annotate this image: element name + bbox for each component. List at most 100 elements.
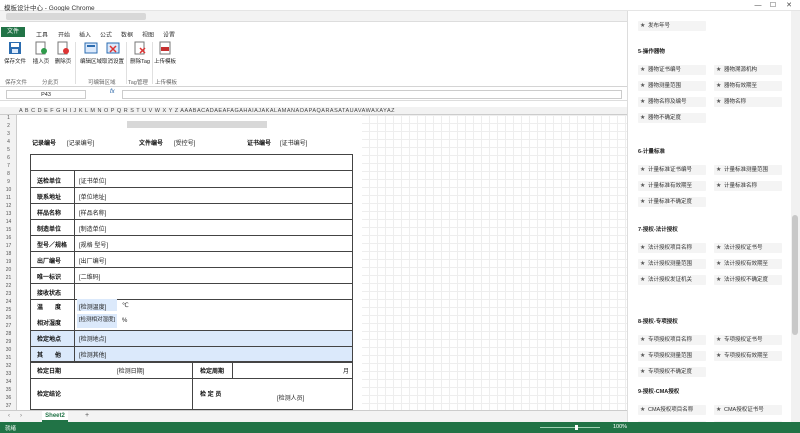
row-header[interactable]: 14 — [0, 219, 17, 225]
row-header[interactable]: 21 — [0, 275, 17, 281]
row-header[interactable]: 2 — [0, 123, 17, 129]
delete-page-button[interactable]: 删除页 — [49, 41, 77, 65]
maximize-button[interactable]: ☐ — [767, 0, 779, 11]
row-header[interactable]: 4 — [0, 139, 17, 145]
row-header[interactable]: 32 — [0, 363, 17, 369]
row-header[interactable]: 17 — [0, 243, 17, 249]
tag-chip[interactable]: ★ 器物溯源机构 — [714, 65, 782, 75]
tag-chip[interactable]: ★CMA授权测量范围 — [638, 421, 706, 422]
inspector-value[interactable]: [检测人员] — [277, 393, 304, 402]
tag-chip[interactable]: ★ 专项授权不确定度 — [638, 367, 706, 377]
place-value[interactable]: [检测地点] — [79, 334, 106, 343]
tag-chip[interactable]: ★ 法计授权不确定度 — [714, 275, 782, 285]
row-header[interactable]: 36 — [0, 395, 17, 401]
row-header[interactable]: 11 — [0, 195, 17, 201]
field-value[interactable]: [单位地址] — [79, 192, 106, 201]
date-value[interactable]: [检测日期] — [117, 366, 144, 375]
tag-chip[interactable]: ★ 器物不确定度 — [638, 113, 706, 123]
zoom-slider[interactable] — [540, 427, 600, 428]
cert-no-value[interactable]: [证书编号] — [280, 138, 307, 147]
row-header[interactable]: 33 — [0, 371, 17, 377]
minimize-button[interactable]: — — [752, 0, 764, 11]
tag-chip[interactable]: ★ CMA授权证书号 — [714, 405, 782, 415]
row-header[interactable]: 23 — [0, 291, 17, 297]
tag-chip[interactable]: ★ 器物证书编号 — [638, 65, 706, 75]
spreadsheet-grid[interactable]: 记录编号 [记录编号] 文件编号 [受控号] 证书编号 [证书编号] 送检单位 [… — [17, 115, 627, 410]
zoom-slider-handle[interactable] — [575, 425, 578, 430]
doc-no-value[interactable]: [受控号] — [174, 138, 195, 147]
row-header[interactable]: 22 — [0, 283, 17, 289]
row-header[interactable]: 10 — [0, 187, 17, 193]
tag-chip[interactable]: ★ 专项授权项目名称 — [638, 335, 706, 345]
tag-chip[interactable]: ★ 器物测量范围 — [638, 81, 706, 91]
field-value[interactable]: [样品名称] — [79, 208, 106, 217]
field-value[interactable]: [证书单位] — [79, 176, 106, 185]
delete-tag-button[interactable]: 删除Tag — [126, 41, 154, 65]
row-header[interactable]: 5 — [0, 147, 17, 153]
add-sheet-button[interactable]: + — [85, 412, 89, 419]
row-header[interactable]: 1 — [0, 115, 17, 121]
row-header[interactable]: 31 — [0, 355, 17, 361]
row-header[interactable]: 28 — [0, 331, 17, 337]
name-box[interactable]: P43 — [6, 90, 86, 99]
row-header[interactable]: 37 — [0, 403, 17, 409]
field-value[interactable]: [规格 型号] — [79, 240, 108, 249]
tag-chip[interactable]: ★ 计量标准证书编号 — [638, 165, 706, 175]
row-header[interactable]: 24 — [0, 299, 17, 305]
next-sheet-icon[interactable]: › — [20, 413, 22, 419]
record-no-value[interactable]: [记录编号] — [67, 138, 94, 147]
tag-chip[interactable]: ★ 法计授权有效期至 — [714, 259, 782, 269]
tag-chip[interactable]: ★ 专项授权测量范围 — [638, 351, 706, 361]
close-button[interactable]: ✕ — [783, 0, 795, 11]
field-value[interactable]: [二维码] — [79, 272, 100, 281]
tag-chip[interactable]: ★ 器物有效期至 — [714, 81, 782, 91]
tag-chip[interactable]: ★ 法计授权测量范围 — [638, 259, 706, 269]
tag-chip[interactable]: ★ 法计授权证书号 — [714, 243, 782, 253]
upload-template-button[interactable]: 上传模板 — [151, 41, 179, 65]
tag-chip[interactable]: ★ 器物名称 — [714, 97, 782, 107]
address-bar[interactable] — [0, 11, 627, 22]
tag-chip[interactable]: ★ CMA授权项目名称 — [638, 405, 706, 415]
tag-chip[interactable]: ★ 法计授权发证机关 — [638, 275, 706, 285]
row-header[interactable]: 19 — [0, 259, 17, 265]
tag-chip[interactable]: ★CMA授权有效期至 — [714, 421, 782, 422]
tag-chip[interactable]: ★ 法计授权项目名称 — [638, 243, 706, 253]
row-header[interactable]: 15 — [0, 227, 17, 233]
row-header[interactable]: 25 — [0, 307, 17, 313]
row-header[interactable]: 30 — [0, 347, 17, 353]
row-header[interactable]: 26 — [0, 315, 17, 321]
row-header[interactable]: 27 — [0, 323, 17, 329]
tag-chip[interactable]: ★ 计量标准测量范围 — [714, 165, 782, 175]
tag-chip[interactable]: ★ 计量标准不确定度 — [638, 197, 706, 207]
field-value[interactable]: [制造单位] — [79, 224, 106, 233]
row-header[interactable]: 7 — [0, 163, 17, 169]
row-header[interactable]: 13 — [0, 211, 17, 217]
row-header[interactable]: 35 — [0, 387, 17, 393]
tag-chip[interactable]: ★ 专项授权证书号 — [714, 335, 782, 345]
save-icon — [8, 41, 22, 55]
tag-chip[interactable]: ★ 发布年号 — [638, 21, 706, 31]
row-header[interactable]: 6 — [0, 155, 17, 161]
row-header[interactable]: 29 — [0, 339, 17, 345]
tag-chip[interactable]: ★ 器物名称及编号 — [638, 97, 706, 107]
field-value[interactable]: [出厂编号] — [79, 256, 106, 265]
file-tab[interactable]: 文件 — [1, 27, 25, 37]
formula-input[interactable] — [122, 90, 622, 99]
tag-chip[interactable]: ★ 计量标准名称 — [714, 181, 782, 191]
save-file-button[interactable]: 保存文件 — [1, 41, 29, 65]
row-header[interactable]: 9 — [0, 179, 17, 185]
row-header[interactable]: 16 — [0, 235, 17, 241]
row-header[interactable]: 34 — [0, 379, 17, 385]
row-header[interactable]: 8 — [0, 171, 17, 177]
tag-chip[interactable]: ★ 计量标准有效期至 — [638, 181, 706, 191]
row-header[interactable]: 3 — [0, 131, 17, 137]
row-header[interactable]: 12 — [0, 203, 17, 209]
tag-chip[interactable]: ★ 专项授权有效期至 — [714, 351, 782, 361]
panel-scrollbar-thumb[interactable] — [792, 215, 798, 335]
row-header[interactable]: 20 — [0, 267, 17, 273]
sheet-tab-sheet2[interactable]: Sheet2 — [42, 411, 68, 422]
row-header[interactable]: 18 — [0, 251, 17, 257]
other-value[interactable]: [检测其他] — [79, 350, 106, 359]
cancel-setting-button[interactable]: 取消设置 — [99, 41, 127, 65]
prev-sheet-icon[interactable]: ‹ — [8, 413, 10, 419]
